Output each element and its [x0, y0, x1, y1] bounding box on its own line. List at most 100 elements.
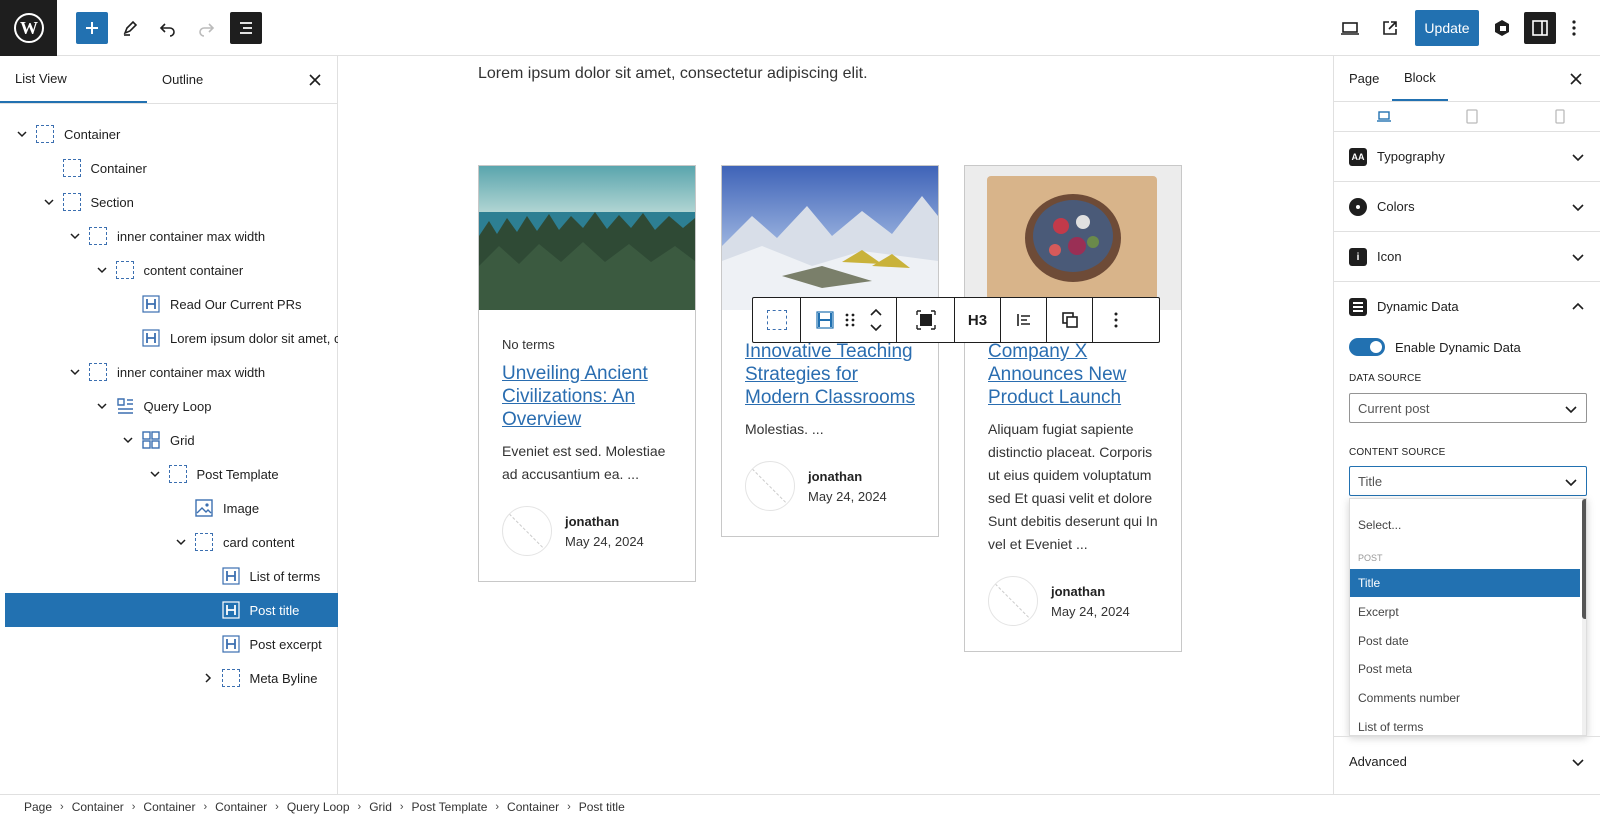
wordpress-logo-button[interactable]: W — [0, 0, 57, 56]
list-view-item[interactable]: Post excerpt — [5, 627, 338, 661]
post-title-link[interactable]: Innovative Teaching Strategies for Moder… — [745, 340, 915, 409]
list-view-item[interactable]: Meta Byline — [5, 661, 338, 695]
list-view-item[interactable]: Grid — [5, 423, 338, 457]
list-view-item[interactable]: Container — [5, 117, 338, 151]
close-settings-button[interactable] — [1566, 69, 1586, 89]
content-source-select[interactable]: Title — [1349, 466, 1587, 496]
intro-paragraph[interactable]: Lorem ipsum dolor sit amet, consectetur … — [478, 65, 868, 83]
tools-button[interactable] — [114, 12, 146, 44]
duplicate-button[interactable] — [1047, 298, 1093, 342]
breadcrumb-item[interactable]: Container — [72, 800, 124, 814]
dropdown-scrollbar[interactable] — [1582, 499, 1586, 735]
block-type-switcher[interactable] — [801, 298, 897, 342]
typography-section[interactable]: AA Typography — [1334, 132, 1600, 182]
breadcrumb-item[interactable]: Container — [143, 800, 195, 814]
list-view-item[interactable]: Image — [5, 491, 338, 525]
plugin-logo-icon — [1495, 20, 1509, 36]
post-card[interactable]: Innovative Teaching Strategies for Moder… — [721, 165, 939, 537]
post-title-link[interactable]: Unveiling Ancient Civilizations: An Over… — [502, 362, 672, 431]
list-view-item[interactable]: Container — [5, 151, 338, 185]
list-view-item[interactable]: card content — [5, 525, 338, 559]
icon-section[interactable]: i Icon — [1334, 232, 1600, 282]
advanced-section[interactable]: Advanced — [1334, 736, 1600, 786]
list-view-item-label: inner container max width — [117, 228, 266, 244]
list-view-item[interactable]: inner container max width — [5, 219, 338, 253]
dropdown-option-post-date[interactable]: Post date — [1350, 627, 1580, 655]
dropdown-option-list-of-terms[interactable]: List of terms — [1350, 713, 1580, 735]
chevron-down-icon[interactable] — [17, 129, 27, 139]
update-button[interactable]: Update — [1415, 10, 1479, 46]
list-view-item[interactable]: Query Loop — [5, 389, 338, 423]
colors-section[interactable]: Colors — [1334, 182, 1600, 232]
chevron-right-icon[interactable] — [203, 673, 213, 683]
settings-sidebar-button[interactable] — [1524, 12, 1556, 44]
dropdown-option-excerpt[interactable]: Excerpt — [1350, 598, 1580, 626]
post-card[interactable]: No terms Unveiling Ancient Civilizations… — [478, 165, 696, 582]
preview-button[interactable] — [1334, 12, 1366, 44]
data-source-select[interactable]: Current post — [1349, 393, 1587, 423]
grid-block-icon — [142, 431, 160, 449]
post-title-link[interactable]: Company X Announces New Product Launch — [988, 340, 1158, 409]
align-button[interactable] — [1001, 298, 1047, 342]
chevron-down-icon[interactable] — [96, 265, 107, 275]
dynamic-data-section[interactable]: Dynamic Data — [1334, 282, 1600, 332]
list-view-item[interactable]: Post title — [5, 593, 338, 627]
select-parent-button[interactable] — [753, 298, 801, 342]
document-overview-button[interactable] — [230, 12, 262, 44]
chevron-down-icon[interactable] — [123, 435, 133, 445]
list-view-item[interactable]: List of terms — [5, 559, 338, 593]
list-view-item-label: card content — [223, 534, 295, 550]
list-view-item[interactable]: inner container max width — [5, 355, 338, 389]
tab-list-view[interactable]: List View — [0, 56, 147, 103]
heading-level-button[interactable]: H3 — [955, 298, 1001, 342]
full-width-button[interactable] — [897, 298, 955, 342]
plugin-button[interactable] — [1486, 12, 1518, 44]
redo-button[interactable] — [190, 12, 222, 44]
dropdown-option-post-meta[interactable]: Post meta — [1350, 655, 1580, 683]
enable-dynamic-data-toggle[interactable] — [1349, 338, 1385, 356]
post-date: May 24, 2024 — [1051, 604, 1130, 619]
move-up-down-icon[interactable] — [869, 306, 883, 334]
post-card[interactable]: Company X Announces New Product Launch A… — [964, 165, 1182, 652]
list-view-item[interactable]: Section — [5, 185, 338, 219]
block-options-button[interactable] — [1093, 298, 1139, 342]
dropdown-placeholder[interactable]: Select... — [1350, 511, 1580, 539]
close-icon — [1570, 73, 1582, 85]
undo-button[interactable] — [152, 12, 184, 44]
chevron-down-icon[interactable] — [43, 197, 54, 207]
breadcrumb-item[interactable]: Container — [507, 800, 559, 814]
breadcrumb-item[interactable]: Query Loop — [287, 800, 350, 814]
chevron-down-icon[interactable] — [149, 469, 160, 479]
dropdown-option-title[interactable]: Title — [1350, 569, 1580, 597]
list-view-item[interactable]: Lorem ipsum dolor sit amet, co — [5, 321, 338, 355]
typography-icon: AA — [1349, 148, 1367, 166]
chevron-down-icon[interactable] — [96, 401, 107, 411]
view-post-button[interactable] — [1374, 12, 1406, 44]
breadcrumb-item[interactable]: Post Template — [412, 800, 488, 814]
list-view-item[interactable]: Read Our Current PRs — [5, 287, 338, 321]
tab-page[interactable]: Page — [1349, 56, 1379, 101]
breadcrumb-item[interactable]: Container — [215, 800, 267, 814]
mobile-device-icon[interactable] — [1555, 109, 1565, 124]
chevron-down-icon[interactable] — [70, 231, 80, 241]
heading-block-icon — [142, 329, 160, 347]
list-view-item[interactable]: content container — [5, 253, 338, 287]
tab-block[interactable]: Block — [1392, 56, 1448, 101]
dropdown-option-comments-number[interactable]: Comments number — [1350, 684, 1580, 712]
list-view-item-label: Section — [90, 194, 134, 210]
chevron-down-icon[interactable] — [176, 537, 186, 547]
tablet-device-icon[interactable] — [1466, 109, 1478, 124]
drag-handle-icon[interactable] — [845, 312, 855, 328]
list-view-item[interactable]: Post Template — [5, 457, 338, 491]
tab-outline[interactable]: Outline — [162, 56, 203, 103]
chevron-down-icon[interactable] — [70, 367, 80, 377]
breadcrumb-item[interactable]: Grid — [369, 800, 392, 814]
list-view-icon — [240, 22, 252, 34]
options-button[interactable] — [1562, 12, 1586, 44]
desktop-device-icon[interactable] — [1376, 110, 1392, 124]
database-icon — [1349, 298, 1367, 316]
close-list-view-button[interactable] — [305, 70, 325, 90]
breadcrumb-item[interactable]: Page — [24, 800, 52, 814]
block-inserter-button[interactable] — [76, 12, 108, 44]
breadcrumb-item[interactable]: Post title — [579, 800, 625, 814]
